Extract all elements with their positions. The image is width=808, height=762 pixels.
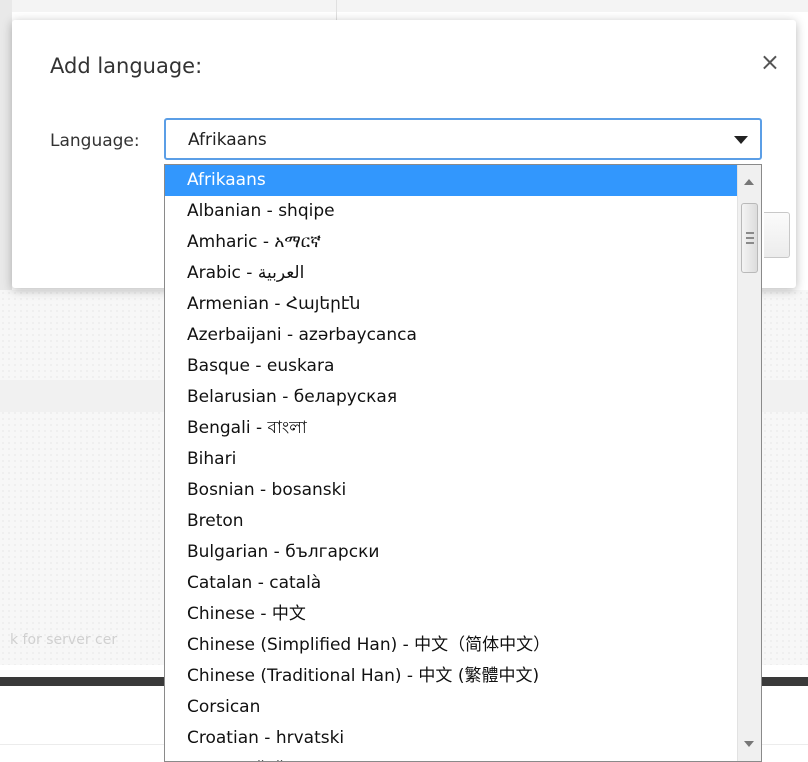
background-top-strip [0, 0, 808, 12]
language-option[interactable]: Azerbaijani - azərbaycanca [165, 320, 737, 351]
language-option[interactable]: Bengali - বাংলা [165, 413, 737, 444]
language-option[interactable]: Czech - čeština [165, 754, 737, 761]
language-option[interactable]: Chinese (Traditional Han) - 中文 (繁體中文) [165, 661, 737, 692]
scroll-down-arrow-icon[interactable] [744, 741, 754, 747]
language-option[interactable]: Albanian - shqipe [165, 196, 737, 227]
dialog-title: Add language: [50, 54, 203, 78]
language-option[interactable]: Chinese (Simplified Han) - 中文（简体中文） [165, 630, 737, 661]
language-option[interactable]: Belarusian - беларуская [165, 382, 737, 413]
grip-icon [746, 232, 754, 244]
dialog-button-edge[interactable] [764, 212, 790, 258]
language-option[interactable]: Amharic - አማርኛ [165, 227, 737, 258]
language-option[interactable]: Croatian - hrvatski [165, 723, 737, 754]
language-option[interactable]: Arabic - العربية [165, 258, 737, 289]
background-left-edge [0, 0, 12, 300]
scroll-up-arrow-icon[interactable] [744, 179, 754, 185]
background-faint-text: k for server cer [10, 632, 118, 648]
language-option[interactable]: Corsican [165, 692, 737, 723]
language-option[interactable]: Breton [165, 506, 737, 537]
dropdown-scrollbar[interactable] [737, 165, 761, 761]
language-option[interactable]: Basque - euskara [165, 351, 737, 382]
chevron-down-icon [734, 136, 748, 144]
scroll-thumb[interactable] [741, 203, 758, 273]
language-label: Language [50, 131, 140, 151]
language-options: Afrikaans Albanian - shqipe Amharic - አማርኛ… [165, 165, 737, 761]
language-option[interactable]: Afrikaans [165, 165, 737, 196]
close-icon[interactable]: × [760, 50, 780, 74]
language-option[interactable]: Chinese - 中文 [165, 599, 737, 630]
language-option[interactable]: Bulgarian - български [165, 537, 737, 568]
language-option[interactable]: Bihari [165, 444, 737, 475]
language-option[interactable]: Bosnian - bosanski [165, 475, 737, 506]
language-option[interactable]: Catalan - català [165, 568, 737, 599]
language-option[interactable]: Armenian - Հայերէն [165, 289, 737, 320]
language-dropdown-list: Afrikaans Albanian - shqipe Amharic - አማርኛ… [164, 164, 762, 762]
language-select-value: Afrikaans [188, 130, 267, 150]
language-select[interactable]: Afrikaans [164, 118, 762, 160]
